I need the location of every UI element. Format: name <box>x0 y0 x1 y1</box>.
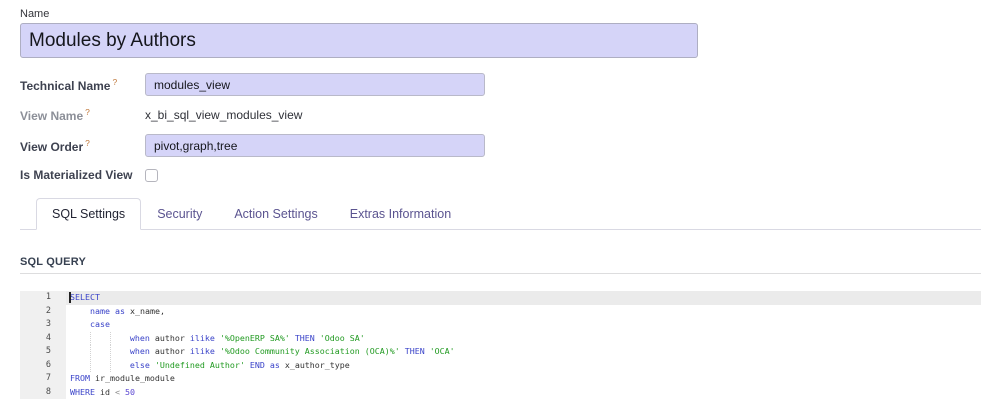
code-line-content: when author ilike '%OpenERP SA%' THEN 'O… <box>66 332 981 346</box>
line-number: 1 <box>20 291 66 305</box>
tab-sql-settings[interactable]: SQL Settings <box>36 198 141 230</box>
name-input[interactable] <box>20 23 698 58</box>
line-number: 8 <box>20 386 66 400</box>
line-number: 4 <box>20 332 66 346</box>
sql-query-editor[interactable]: 1SELECT2 name as x_name,3 case4 when aut… <box>20 291 981 399</box>
code-line-content: name as x_name, <box>66 305 981 319</box>
section-divider <box>20 273 981 274</box>
field-row-materialized: Is Materialized View <box>20 168 981 182</box>
sql-query-section: SQL QUERY 1SELECT2 name as x_name,3 case… <box>20 256 981 399</box>
code-line[interactable]: 3 case <box>20 318 981 332</box>
help-icon[interactable]: ? <box>112 77 117 87</box>
code-line-content: WHERE id < 50 <box>66 386 981 400</box>
name-field-label: Name <box>20 8 981 20</box>
view-order-label: View Order? <box>20 138 145 154</box>
tab-action-settings[interactable]: Action Settings <box>218 198 333 230</box>
technical-name-label-text: Technical Name <box>20 79 110 93</box>
sql-query-heading: SQL QUERY <box>20 256 981 268</box>
is-materialized-view-label-text: Is Materialized View <box>20 168 133 182</box>
bi-sql-view-form: Name Technical Name? View Name? x_bi_sql… <box>0 0 991 415</box>
code-line[interactable]: 4 when author ilike '%OpenERP SA%' THEN … <box>20 332 981 346</box>
code-line[interactable]: 5 when author ilike '%Odoo Community Ass… <box>20 345 981 359</box>
code-line[interactable]: 1SELECT <box>20 291 981 305</box>
is-materialized-view-label: Is Materialized View <box>20 168 145 182</box>
code-line-content: FROM ir_module_module <box>66 372 981 386</box>
field-row-view-name: View Name? x_bi_sql_view_modules_view <box>20 107 981 123</box>
code-line-content: case <box>66 318 981 332</box>
notebook-tab-bar: SQL Settings Security Action Settings Ex… <box>20 198 981 230</box>
materialized-view-checkbox[interactable] <box>145 169 158 182</box>
code-line-content: SELECT <box>66 291 981 305</box>
form-content: Name Technical Name? View Name? x_bi_sql… <box>0 0 991 399</box>
code-line-content: when author ilike '%Odoo Community Assoc… <box>66 345 981 359</box>
line-number: 3 <box>20 318 66 332</box>
tab-security[interactable]: Security <box>141 198 218 230</box>
help-icon[interactable]: ? <box>85 107 90 117</box>
line-number: 5 <box>20 345 66 359</box>
field-row-technical-name: Technical Name? <box>20 73 981 96</box>
code-line[interactable]: 6 else 'Undefined Author' END as x_autho… <box>20 359 981 373</box>
line-number: 6 <box>20 359 66 373</box>
line-number: 7 <box>20 372 66 386</box>
view-order-input[interactable] <box>145 134 485 157</box>
code-line[interactable]: 7FROM ir_module_module <box>20 372 981 386</box>
view-name-value: x_bi_sql_view_modules_view <box>145 108 302 122</box>
code-line[interactable]: 8WHERE id < 50 <box>20 386 981 400</box>
code-line-content: else 'Undefined Author' END as x_author_… <box>66 359 981 373</box>
field-group: Technical Name? View Name? x_bi_sql_view… <box>20 73 981 182</box>
code-line[interactable]: 2 name as x_name, <box>20 305 981 319</box>
text-cursor <box>69 292 71 303</box>
line-number: 2 <box>20 305 66 319</box>
view-name-label: View Name? <box>20 107 145 123</box>
technical-name-label: Technical Name? <box>20 77 145 93</box>
view-name-label-text: View Name <box>20 109 83 123</box>
view-order-label-text: View Order <box>20 140 83 154</box>
field-row-view-order: View Order? <box>20 134 981 157</box>
technical-name-input[interactable] <box>145 73 485 96</box>
tab-extras-information[interactable]: Extras Information <box>334 198 467 230</box>
help-icon[interactable]: ? <box>85 138 90 148</box>
